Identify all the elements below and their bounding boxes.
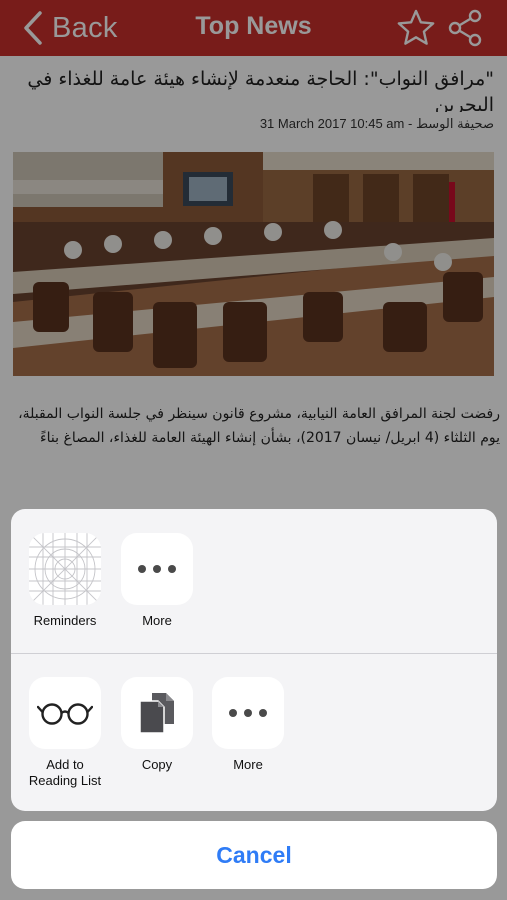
sheet-divider	[11, 653, 497, 654]
reminders-icon	[29, 533, 101, 605]
reading-list-tile	[29, 677, 101, 749]
copy-action[interactable]: Copy	[117, 677, 197, 773]
more-label-row2: More	[233, 757, 263, 772]
cancel-button[interactable]: Cancel	[11, 821, 497, 889]
reminders-tile	[29, 533, 101, 605]
more-action-row1[interactable]: More	[117, 533, 197, 629]
more-icon	[229, 709, 267, 717]
more-action-row2[interactable]: More	[208, 677, 288, 773]
reminders-label: Reminders	[33, 613, 97, 628]
copy-icon	[139, 693, 174, 734]
more-tile-row2	[212, 677, 284, 749]
copy-tile	[121, 677, 193, 749]
more-tile-row1	[121, 533, 193, 605]
glasses-icon	[37, 703, 93, 725]
add-to-reading-list-action[interactable]: Add to Reading List	[25, 677, 105, 789]
more-icon	[138, 565, 176, 573]
reminders-action[interactable]: Reminders	[25, 533, 105, 629]
reading-list-label: Add to Reading List	[28, 757, 102, 788]
copy-label: Copy	[141, 757, 173, 772]
share-sheet: Reminders More Add to Reading List Copy …	[11, 509, 497, 811]
more-label-row1: More	[142, 613, 172, 628]
